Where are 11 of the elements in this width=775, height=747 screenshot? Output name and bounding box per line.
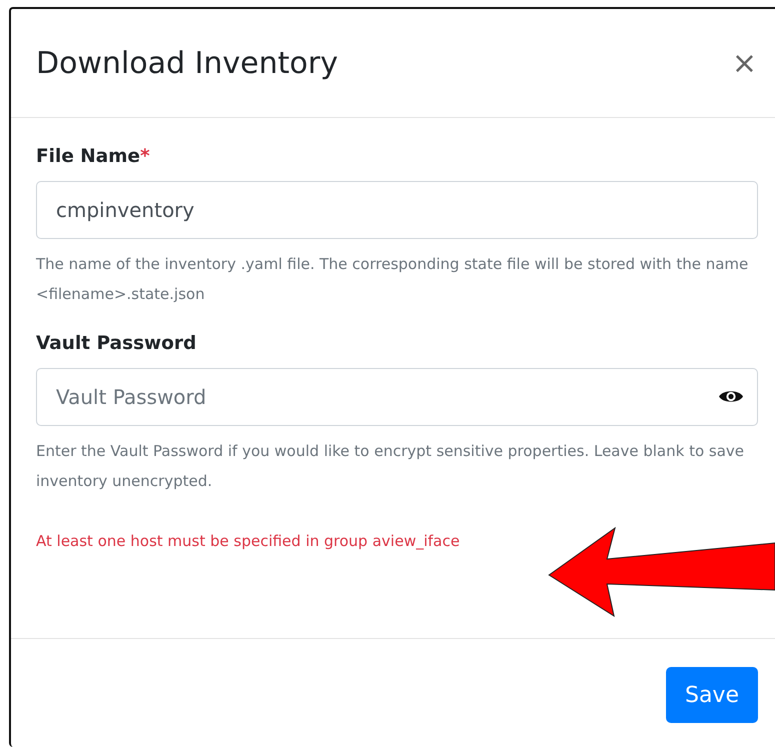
help-text: The name of the inventory .yaml file. The corresponding state file will be stored with the name <filename>.state.json <box>36 254 750 305</box>
close-button[interactable]: × <box>732 46 757 80</box>
save-button[interactable]: Save <box>666 667 758 723</box>
field-label: Vault Password <box>36 333 196 354</box>
field-label: File Name <box>36 146 140 167</box>
password-field[interactable]: Vault Password <box>36 368 758 426</box>
dialog-title: Download Inventory <box>36 46 338 80</box>
input-field[interactable]: cmpinventory <box>36 181 758 239</box>
help-text: Enter the Vault Password if you would like to encrypt sensitive properties. Leave blank to save inventory unencrypted. <box>36 441 746 492</box>
required-asterisk: * <box>140 146 150 167</box>
error-message: At least one host must be specified in group aview_iface <box>36 531 461 552</box>
